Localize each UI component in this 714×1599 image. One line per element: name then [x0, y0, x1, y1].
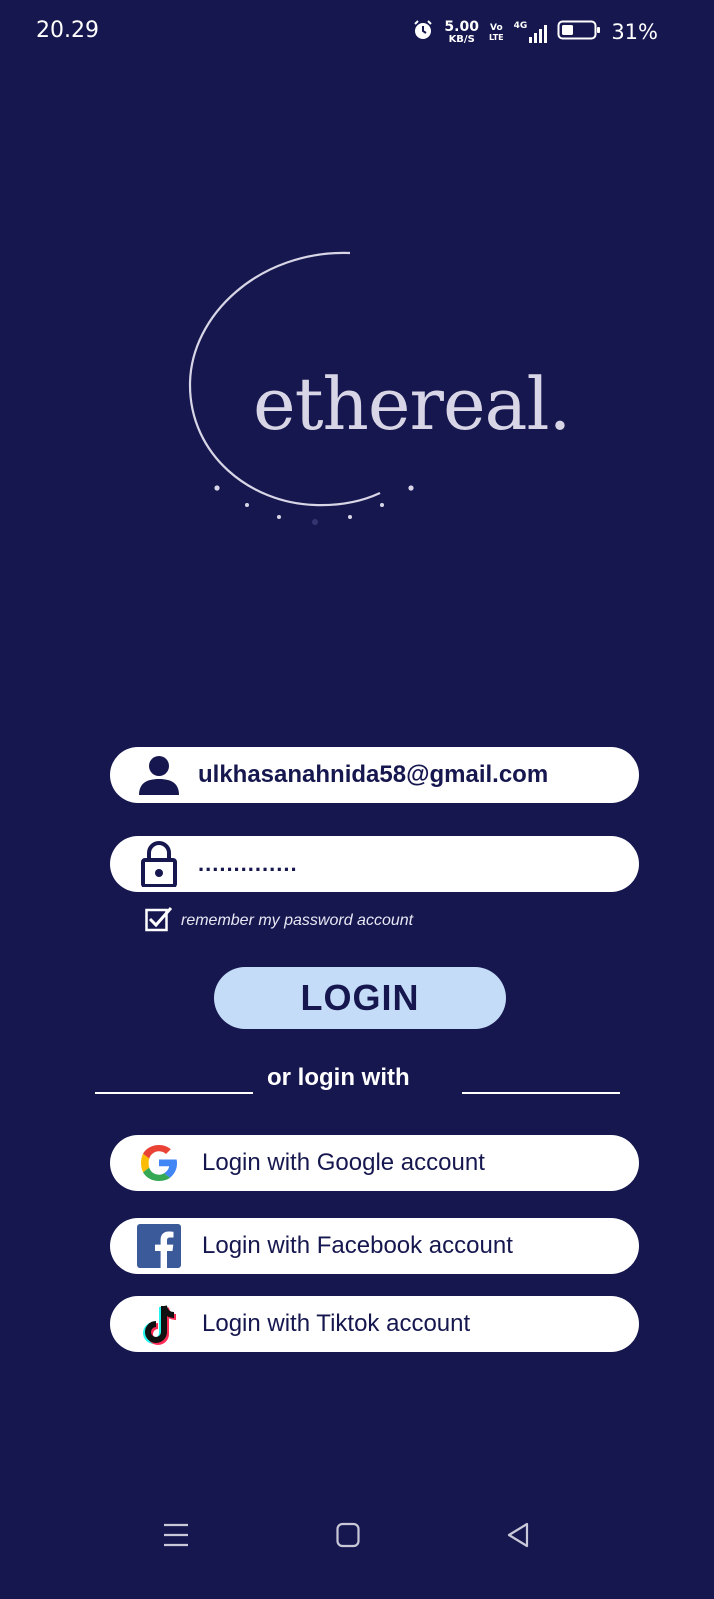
- tiktok-login-label: Login with Tiktok account: [202, 1310, 471, 1337]
- home-button[interactable]: [336, 1522, 360, 1552]
- logo-wordmark: ethereal.: [253, 362, 571, 446]
- or-login-with-label: or login with: [267, 1064, 410, 1091]
- battery-percent: 31%: [611, 20, 658, 44]
- or-divider: or login with: [95, 1062, 620, 1102]
- menu-icon: [164, 1523, 188, 1547]
- divider-line-left: [95, 1092, 253, 1094]
- google-icon: [134, 1141, 184, 1185]
- volte-indicator: Vo LTE: [488, 22, 504, 42]
- back-triangle-icon: [507, 1522, 529, 1548]
- tiktok-login-button[interactable]: Login with Tiktok account: [110, 1296, 639, 1352]
- remember-label: remember my password account: [181, 912, 414, 929]
- login-button[interactable]: LOGIN: [214, 967, 506, 1029]
- network-speed: 5.00 KB/S: [444, 18, 479, 45]
- alarm-icon: [412, 19, 434, 45]
- google-login-label: Login with Google account: [202, 1149, 485, 1176]
- email-field[interactable]: ulkhasanahnida58@gmail.com: [110, 747, 639, 803]
- password-field[interactable]: ..............: [110, 836, 639, 892]
- home-square-icon: [336, 1522, 360, 1548]
- recent-apps-button[interactable]: [163, 1522, 189, 1552]
- facebook-login-button[interactable]: Login with Facebook account: [110, 1218, 639, 1274]
- password-value: ..............: [198, 851, 298, 876]
- back-button[interactable]: [506, 1522, 530, 1552]
- checkbox-checked-icon[interactable]: [145, 906, 175, 936]
- divider-line-right: [462, 1092, 620, 1094]
- remember-password[interactable]: remember my password account: [145, 906, 413, 936]
- tiktok-icon: [134, 1302, 184, 1346]
- status-time: 20.29: [36, 18, 99, 43]
- google-login-button[interactable]: Login with Google account: [110, 1135, 639, 1191]
- facebook-icon: [134, 1224, 184, 1268]
- status-icons: 5.00 KB/S Vo LTE 4G 31%: [412, 14, 658, 50]
- signal-icon: 4G: [514, 21, 548, 43]
- lock-icon: [134, 841, 184, 887]
- battery-icon: [557, 19, 601, 45]
- facebook-login-label: Login with Facebook account: [202, 1232, 513, 1259]
- email-value: ulkhasanahnida58@gmail.com: [198, 761, 549, 788]
- user-icon: [134, 753, 184, 797]
